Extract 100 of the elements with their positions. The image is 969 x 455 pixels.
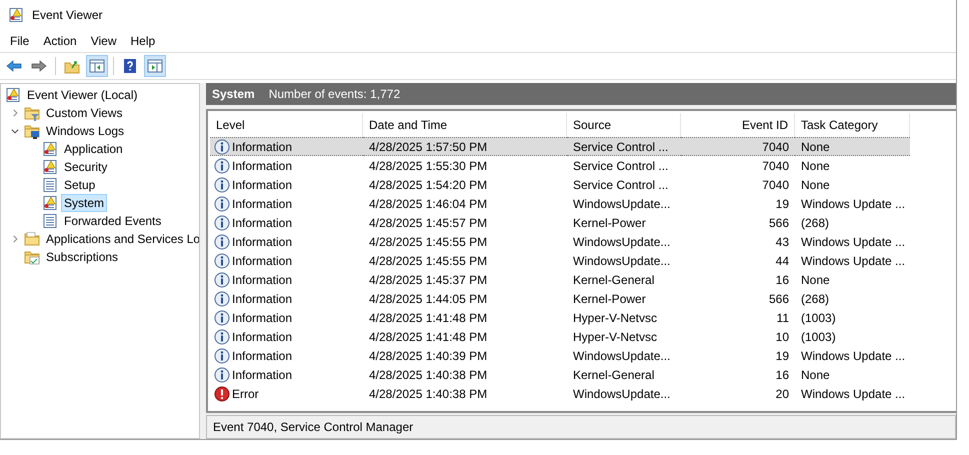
table-cell-text: 4/28/2025 1:40:39 PM: [368, 348, 488, 364]
table-cell-text: (268): [800, 290, 830, 308]
help-icon: [122, 58, 138, 74]
app-icon: [8, 7, 24, 23]
tree-item[interactable]: System: [61, 194, 108, 212]
info-icon: [214, 348, 230, 364]
pane-toggle-icon: [147, 58, 163, 74]
menu-item[interactable]: Help: [124, 34, 162, 48]
level-text: Information: [232, 254, 292, 268]
pane-title: System: [212, 87, 255, 101]
level-cell[interactable]: Information: [210, 289, 363, 308]
table-cell-text: Kernel-General: [572, 366, 656, 384]
level-cell[interactable]: Information: [210, 327, 363, 346]
table-cell-text: WindowsUpdate...: [572, 386, 672, 402]
folder-computer-icon: [24, 123, 40, 139]
level-cell[interactable]: Information: [210, 175, 363, 194]
log-warning-icon: [42, 195, 58, 211]
table-cell-text: 566: [768, 290, 790, 308]
tree-item[interactable]: Windows Logs: [43, 122, 128, 140]
table-cell: 7040: [681, 137, 795, 156]
info-icon: [214, 138, 230, 154]
info-icon: [214, 214, 230, 230]
info-icon: [214, 328, 230, 344]
level-text: Information: [232, 292, 292, 306]
table-cell-text: 19: [774, 196, 790, 212]
info-icon: [214, 272, 230, 288]
table-cell-text: Windows Update ...: [800, 234, 906, 250]
table-cell-text: Kernel-Power: [572, 290, 647, 308]
table-cell-text: 44: [774, 252, 790, 270]
table-cell-text: 4/28/2025 1:45:37 PM: [368, 272, 488, 288]
table-cell-text: None: [800, 158, 831, 174]
tree-item[interactable]: Application: [61, 140, 126, 158]
window-title: Event Viewer: [32, 8, 102, 22]
table-cell-text: Hyper-V-Netvsc: [572, 328, 658, 346]
table-cell-text: 566: [768, 214, 790, 232]
level-cell[interactable]: Information: [210, 270, 363, 289]
info-icon: [214, 176, 230, 192]
log-warning-icon: [42, 141, 58, 157]
tree-pane-button[interactable]: [86, 55, 108, 77]
table-cell-text: WindowsUpdate...: [572, 196, 672, 212]
level-text: Information: [232, 158, 292, 172]
table-cell-text: Service Control ...: [572, 176, 670, 194]
table-cell-text: (1003): [800, 328, 837, 346]
tree-item[interactable]: Subscriptions: [43, 248, 122, 266]
table-cell-text: 16: [774, 366, 790, 384]
tree-item[interactable]: Custom Views: [43, 104, 126, 122]
table-cell-text: 10: [774, 328, 790, 346]
tree-item[interactable]: Event Viewer (Local): [24, 86, 140, 104]
table-cell-text: Hyper-V-Netvsc: [572, 310, 658, 326]
table-cell-text: 4/28/2025 1:45:57 PM: [368, 214, 488, 232]
tree-item[interactable]: Security: [61, 158, 110, 176]
level-cell[interactable]: Information: [210, 308, 363, 327]
level-text: Information: [232, 196, 292, 210]
level-text: Information: [232, 368, 292, 382]
table-cell-text: 4/28/2025 1:44:05 PM: [368, 290, 488, 308]
level-cell[interactable]: Information: [210, 346, 363, 365]
level-text: Information: [232, 348, 292, 362]
level-text: Information: [232, 272, 292, 286]
level-cell[interactable]: Information: [210, 365, 363, 384]
tree-item[interactable]: Forwarded Events: [61, 212, 164, 230]
table-cell-text: 4/28/2025 1:46:04 PM: [368, 196, 488, 212]
table-cell-text: Kernel-General: [572, 272, 656, 288]
pane-toggle-icon: [89, 58, 105, 74]
forward-arrow-icon: [31, 58, 47, 74]
table-cell-text: (268): [800, 214, 830, 232]
table-cell-text: Kernel-Power: [572, 214, 647, 232]
menu-item[interactable]: View: [84, 34, 124, 48]
level-cell[interactable]: Information: [210, 156, 363, 175]
table-cell-text: Windows Update ...: [800, 252, 906, 270]
table-cell: None: [795, 137, 910, 156]
level-cell[interactable]: Information: [210, 213, 363, 232]
menu-item[interactable]: File: [3, 34, 36, 48]
info-icon: [214, 310, 230, 326]
level-cell[interactable]: Information: [210, 194, 363, 213]
info-icon: [214, 158, 230, 174]
table-cell-text: 4/28/2025 1:45:55 PM: [368, 234, 488, 250]
info-icon: [214, 252, 230, 268]
level-text: Information: [232, 310, 292, 324]
info-icon: [214, 196, 230, 212]
level-cell[interactable]: Information: [210, 232, 363, 251]
log-icon: [42, 213, 58, 229]
menu-item[interactable]: Action: [36, 34, 84, 48]
table-cell: 4/28/2025 1:57:50 PM: [363, 137, 567, 156]
info-icon: [214, 366, 230, 382]
table-cell-text: 16: [774, 272, 790, 288]
table-cell-text: Windows Update ...: [800, 348, 906, 364]
table-cell-text: None: [800, 366, 831, 384]
log-warning-icon: [5, 87, 21, 103]
table-cell-text: Windows Update ...: [800, 196, 906, 212]
action-pane-button[interactable]: [144, 55, 166, 77]
table-cell-text: Windows Update ...: [800, 386, 906, 402]
table-cell-text: WindowsUpdate...: [572, 348, 672, 364]
level-cell[interactable]: Error: [210, 384, 363, 403]
tree-item[interactable]: Setup: [61, 176, 98, 194]
table-cell-text: 4/28/2025 1:40:38 PM: [368, 366, 488, 384]
error-icon: [214, 386, 230, 402]
level-cell[interactable]: Information: [210, 137, 363, 156]
table-cell-text: 7040: [761, 158, 790, 174]
log-warning-icon: [42, 159, 58, 175]
level-cell[interactable]: Information: [210, 251, 363, 270]
